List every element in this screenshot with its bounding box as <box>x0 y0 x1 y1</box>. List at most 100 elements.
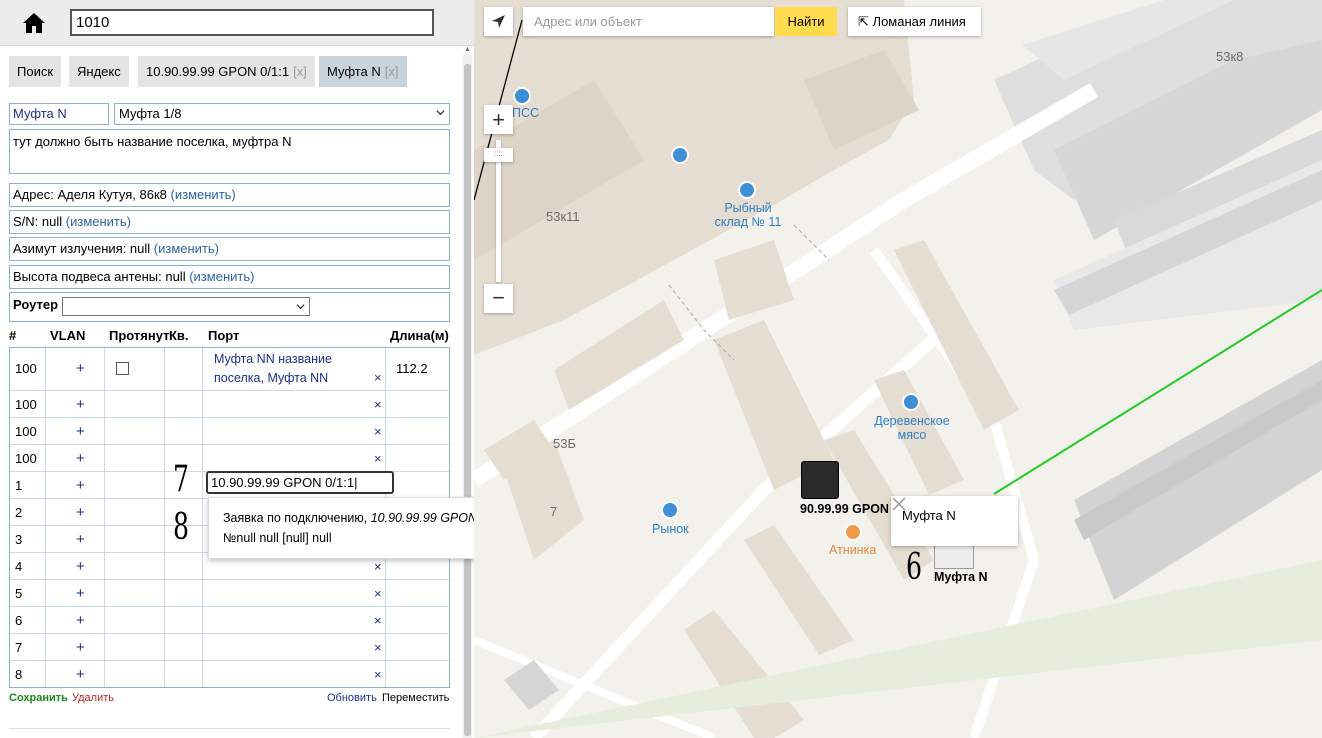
poi-fish-warehouse[interactable]: Рыбный склад № 11 <box>710 201 786 229</box>
row-number: 100 <box>15 397 37 412</box>
table-cell <box>45 634 46 660</box>
header-vlan: VLAN <box>50 328 86 343</box>
navigation-arrow-icon <box>492 15 505 28</box>
clear-port-button[interactable]: × <box>374 451 382 466</box>
clear-port-button[interactable]: × <box>374 586 382 601</box>
table-row: 100 + × <box>10 417 449 444</box>
table-cell <box>202 580 203 606</box>
delete-button[interactable]: Удалить <box>72 692 114 704</box>
shop-icon[interactable] <box>513 87 531 105</box>
tab-close-button[interactable]: [x] <box>385 64 399 79</box>
add-vlan-button[interactable]: + <box>76 360 85 377</box>
shop-icon[interactable] <box>738 181 756 199</box>
tab-label: 10.90.99.99 GPON 0/1:1 <box>146 64 290 79</box>
add-vlan-button[interactable]: + <box>76 612 85 629</box>
clear-port-button[interactable]: × <box>374 640 382 655</box>
add-vlan-button[interactable]: + <box>76 666 85 683</box>
poi-atninka[interactable]: Атнинка <box>829 543 876 557</box>
port-input-value: 10.90.99.99 GPON 0/1:1 <box>211 475 355 490</box>
handwritten-number-7: 7 <box>173 459 190 500</box>
shop-icon[interactable] <box>661 501 679 519</box>
zoom-in-button[interactable]: + <box>484 105 513 134</box>
type-select-value: Муфта 1/8 <box>119 106 182 121</box>
mufta-marker-icon[interactable] <box>934 543 974 569</box>
change-height-link[interactable]: (изменить) <box>189 269 254 284</box>
table-cell <box>164 634 165 660</box>
tab-search[interactable]: Поиск <box>9 56 62 87</box>
change-azimuth-link[interactable]: (изменить) <box>154 241 219 256</box>
clear-port-button[interactable]: × <box>374 559 382 574</box>
add-vlan-button[interactable]: + <box>76 477 85 494</box>
popup-text: Муфта N <box>902 508 956 523</box>
gpon-device-icon[interactable] <box>801 461 839 499</box>
type-select[interactable]: Муфта 1/8 <box>114 103 450 125</box>
address-label: Адрес: Аделя Кутуя, 86к8 <box>13 187 167 202</box>
poi-market[interactable]: Рынок <box>652 522 689 536</box>
tab-close-button[interactable]: [x] <box>293 64 307 79</box>
description-textarea[interactable]: тут должно быть название поселка, муфтра… <box>9 129 450 174</box>
table-row: 5 + × <box>10 579 449 606</box>
add-vlan-button[interactable]: + <box>76 504 85 521</box>
row-number: 100 <box>15 361 37 376</box>
change-sn-link[interactable]: (изменить) <box>66 214 131 229</box>
table-cell <box>45 607 46 633</box>
handwritten-number-8: 8 <box>173 507 190 548</box>
clear-port-button[interactable]: × <box>374 424 382 439</box>
polyline-button[interactable]: ⇱ Ломаная линия <box>848 7 981 36</box>
router-select[interactable] <box>62 297 310 316</box>
add-vlan-button[interactable]: + <box>76 423 85 440</box>
poi-village-meat[interactable]: Деревенское мясо <box>870 414 954 442</box>
table-cell <box>202 607 203 633</box>
scrollbar-thumb[interactable] <box>464 64 471 736</box>
header-pulled: Протянут <box>109 328 170 343</box>
save-button[interactable]: Сохранить <box>9 692 68 704</box>
tab-gpon[interactable]: 10.90.99.99 GPON 0/1:1 [x] <box>138 56 315 87</box>
sn-label: S/N: null <box>13 214 63 229</box>
row-number: 5 <box>15 586 23 601</box>
refresh-button[interactable]: Обновить <box>327 692 377 704</box>
add-vlan-button[interactable]: + <box>76 558 85 575</box>
map-view[interactable]: 53к8 53к11 53Б 7 ПСС Рыбный склад № 11 Д… <box>474 0 1322 738</box>
change-address-link[interactable]: (изменить) <box>171 187 236 202</box>
home-icon[interactable] <box>20 10 48 36</box>
locate-button[interactable] <box>484 7 513 36</box>
map-search-input[interactable]: Адрес или объект <box>523 7 774 36</box>
port-input[interactable]: 10.90.99.99 GPON 0/1:1| <box>206 471 394 494</box>
left-panel: 1010 ▲ Поиск Яндекс 10.90.99.99 GPON 0/1… <box>0 0 474 738</box>
mufta-map-label: Муфта N <box>934 570 988 584</box>
clear-port-button[interactable]: × <box>374 370 382 385</box>
table-cell <box>385 391 386 417</box>
add-vlan-button[interactable]: + <box>76 450 85 467</box>
shop-icon[interactable] <box>671 146 689 164</box>
shop-icon[interactable] <box>902 393 920 411</box>
move-button[interactable]: Переместить <box>382 692 449 704</box>
zoom-slider-handle[interactable]: :::: <box>484 148 513 162</box>
poi-pss[interactable]: ПСС <box>512 106 539 120</box>
row-number: 1 <box>15 478 23 493</box>
add-vlan-button[interactable]: + <box>76 396 85 413</box>
zoom-out-button[interactable]: − <box>484 284 513 313</box>
table-cell <box>45 472 46 498</box>
clear-port-button[interactable]: × <box>374 613 382 628</box>
clear-port-button[interactable]: × <box>374 667 382 682</box>
name-field[interactable]: Муфта N <box>9 103 109 125</box>
food-icon[interactable] <box>844 523 862 541</box>
add-vlan-button[interactable]: + <box>76 531 85 548</box>
table-cell <box>202 445 203 471</box>
table-cell <box>164 472 165 498</box>
search-input[interactable]: 1010 <box>70 9 434 36</box>
top-bar: 1010 <box>0 0 474 46</box>
clear-port-button[interactable]: × <box>374 397 382 412</box>
table-cell <box>202 348 203 390</box>
scrollbar[interactable] <box>463 54 472 738</box>
tab-yandex[interactable]: Яндекс <box>69 56 129 87</box>
table-cell <box>164 391 165 417</box>
pulled-checkbox[interactable] <box>116 362 129 375</box>
add-vlan-button[interactable]: + <box>76 639 85 656</box>
add-vlan-button[interactable]: + <box>76 585 85 602</box>
find-button[interactable]: Найти <box>775 7 837 36</box>
suggestion-dropdown[interactable]: ^ Заявка по подключению, 10.90.99.99 GPO… <box>208 497 474 559</box>
port-link[interactable]: Муфта NN название поселка, Муфта NN <box>214 350 370 388</box>
tab-mufta[interactable]: Муфта N [x] <box>319 56 407 87</box>
close-icon[interactable] <box>891 496 907 512</box>
